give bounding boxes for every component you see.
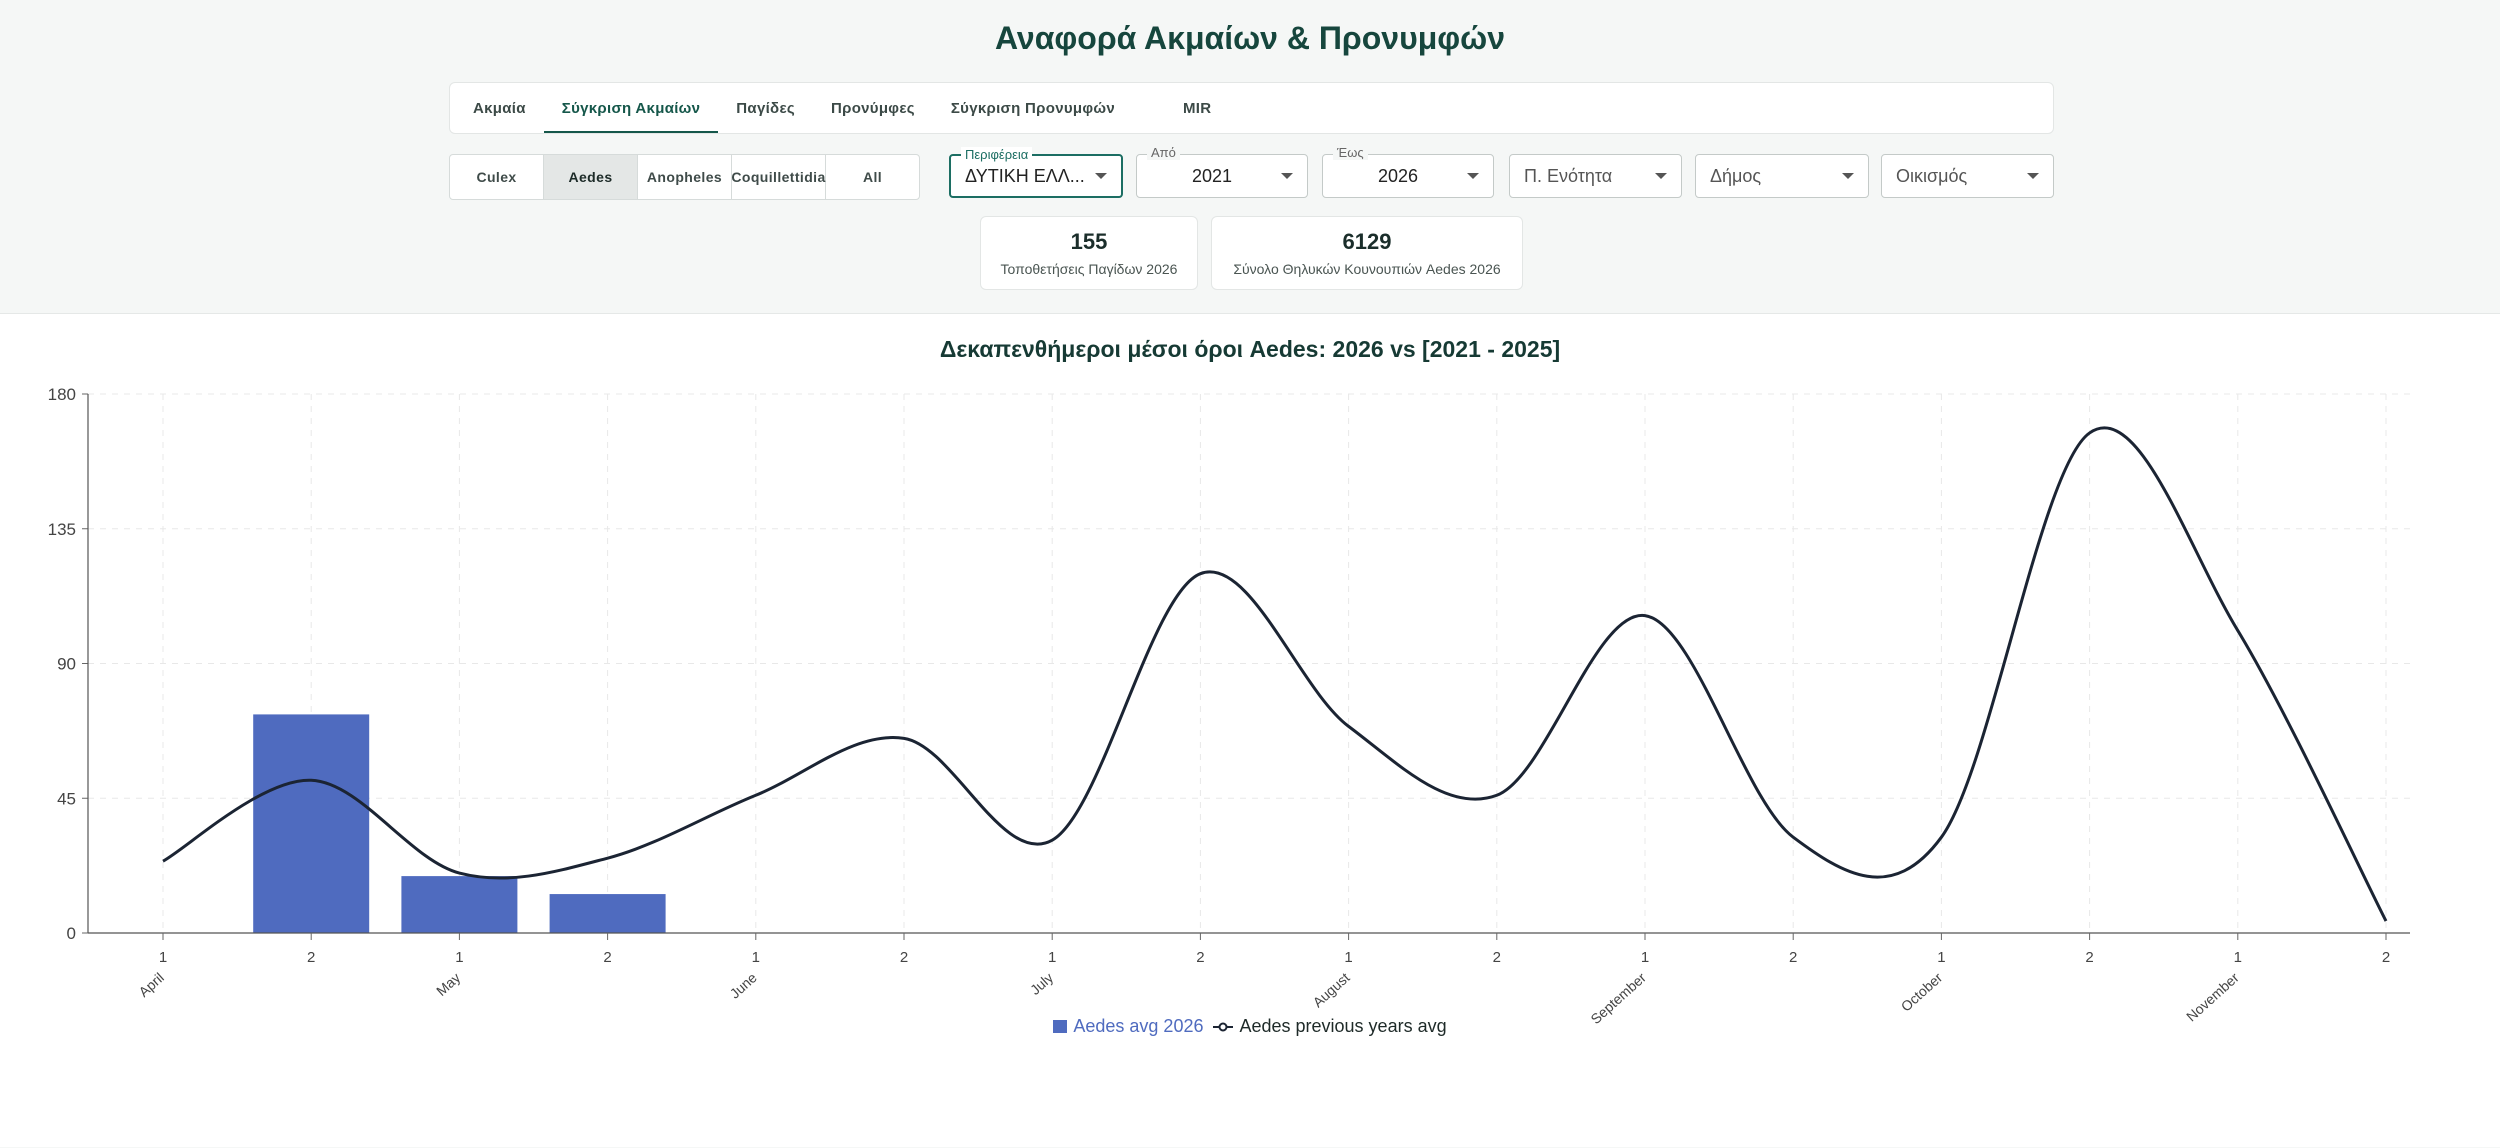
region-select-value: ΔΥΤΙΚΗ ΕΛΛ...	[965, 165, 1085, 186]
species-button-aedes[interactable]: Aedes	[544, 155, 638, 199]
settlement-placeholder: Οικισμός	[1896, 165, 1968, 186]
chevron-down-icon	[1095, 173, 1107, 179]
page-title: Αναφορά Ακμαίων & Προνυμφών	[995, 20, 1505, 56]
stat-value: 155	[1070, 229, 1108, 254]
x-tick-label: 2	[900, 949, 908, 966]
x-tick-label: 1	[1048, 949, 1056, 966]
species-button-all[interactable]: All	[826, 155, 919, 199]
chart-card: Δεκαπενθήμεροι μέσοι όροι Aedes: 2026 vs…	[0, 313, 2500, 1147]
tab-traps[interactable]: Παγίδες	[718, 83, 813, 133]
chevron-down-icon	[1655, 173, 1667, 179]
x-tick-label: 2	[2382, 949, 2390, 966]
chevron-down-icon	[1467, 173, 1479, 179]
x-month-label: June	[727, 969, 760, 1001]
tab-larvae-comparison[interactable]: Σύγκριση Προνυμφών	[933, 83, 1133, 133]
legend-label-2026: Aedes avg 2026	[1073, 1016, 1204, 1036]
y-tick-label: 0	[67, 924, 76, 943]
legend-label-previous: Aedes previous years avg	[1239, 1016, 1447, 1036]
x-tick-label: 2	[307, 949, 315, 966]
region-select[interactable]: Περιφέρεια ΔΥΤΙΚΗ ΕΛΛ...	[949, 147, 1123, 198]
regional-unit-placeholder: Π. Ενότητα	[1524, 165, 1613, 186]
x-month-label: July	[1027, 969, 1056, 998]
to-year-label: Έως	[1333, 145, 1368, 160]
y-tick-label: 45	[57, 789, 76, 808]
species-button-anopheles[interactable]: Anopheles	[638, 155, 732, 199]
settlement-select[interactable]: Οικισμός	[1881, 154, 2054, 198]
x-month-label: April	[135, 969, 167, 1000]
y-tick-label: 135	[48, 520, 76, 539]
y-tick-label: 90	[57, 655, 76, 674]
tab-adults[interactable]: Ακμαία	[455, 83, 544, 133]
species-toggle-group: Culex Aedes Anopheles Coquillettidia All	[449, 154, 920, 200]
y-tick-label: 180	[48, 385, 76, 404]
x-month-label: October	[1898, 969, 1946, 1014]
tab-adult-comparison[interactable]: Σύγκριση Ακμαίων	[543, 83, 719, 133]
tab-larvae[interactable]: Προνύμφες	[813, 83, 933, 133]
stat-value: 6129	[1342, 229, 1392, 254]
tab-bar: Ακμαία Σύγκριση Ακμαίων Παγίδες Προνύμφε…	[449, 82, 2054, 134]
species-button-culex[interactable]: Culex	[450, 155, 544, 199]
x-month-label: August	[1310, 969, 1353, 1010]
legend-swatch-line	[1213, 1022, 1234, 1031]
tab-mir[interactable]: MIR	[1133, 83, 1229, 133]
to-year-select[interactable]: Έως 2026	[1322, 145, 1494, 198]
x-tick-label: 2	[1789, 949, 1797, 966]
municipality-select[interactable]: Δήμος	[1695, 154, 1869, 198]
x-tick-label: 1	[1937, 949, 1945, 966]
chart-legend: Aedes avg 2026 Aedes previous years avg	[0, 1016, 2500, 1037]
x-tick-label: 2	[2085, 949, 2093, 966]
x-tick-label: 1	[1344, 949, 1352, 966]
bar-2026	[549, 894, 666, 933]
regional-unit-select[interactable]: Π. Ενότητα	[1509, 154, 1682, 198]
bar-2026	[401, 876, 518, 933]
x-tick-label: 2	[1196, 949, 1204, 966]
municipality-placeholder: Δήμος	[1710, 165, 1762, 186]
legend-item-2026[interactable]: Aedes avg 2026	[1053, 1016, 1203, 1037]
from-year-value: 2021	[1191, 165, 1233, 186]
bar-2026	[253, 714, 370, 933]
line-previous-years	[162, 426, 2388, 922]
region-select-label: Περιφέρεια	[961, 147, 1033, 162]
legend-swatch-bar	[1053, 1020, 1068, 1033]
x-month-label: May	[433, 969, 463, 999]
stat-label: Σύνολο Θηλυκών Κουνουπιών Aedes 2026	[1233, 261, 1501, 277]
to-year-value: 2026	[1377, 165, 1419, 186]
species-button-coquillettidia[interactable]: Coquillettidia	[731, 155, 826, 199]
x-tick-label: 1	[752, 949, 760, 966]
from-year-select[interactable]: Από 2021	[1136, 145, 1308, 198]
x-tick-label: 1	[2234, 949, 2242, 966]
x-tick-label: 1	[159, 949, 167, 966]
x-tick-label: 2	[1493, 949, 1501, 966]
stat-label: Τοποθετήσεις Παγίδων 2026	[1000, 261, 1178, 277]
x-tick-label: 1	[455, 949, 463, 966]
x-tick-label: 1	[1641, 949, 1649, 966]
legend-item-previous[interactable]: Aedes previous years avg	[1213, 1016, 1447, 1037]
chevron-down-icon	[2027, 173, 2039, 179]
chevron-down-icon	[1842, 173, 1854, 179]
stat-card-female-total: 6129 Σύνολο Θηλυκών Κουνουπιών Aedes 202…	[1211, 216, 1523, 290]
stat-card-trap-placements: 155 Τοποθετήσεις Παγίδων 2026	[980, 216, 1198, 290]
from-year-label: Από	[1147, 145, 1180, 160]
x-tick-label: 2	[603, 949, 611, 966]
chevron-down-icon	[1281, 173, 1293, 179]
